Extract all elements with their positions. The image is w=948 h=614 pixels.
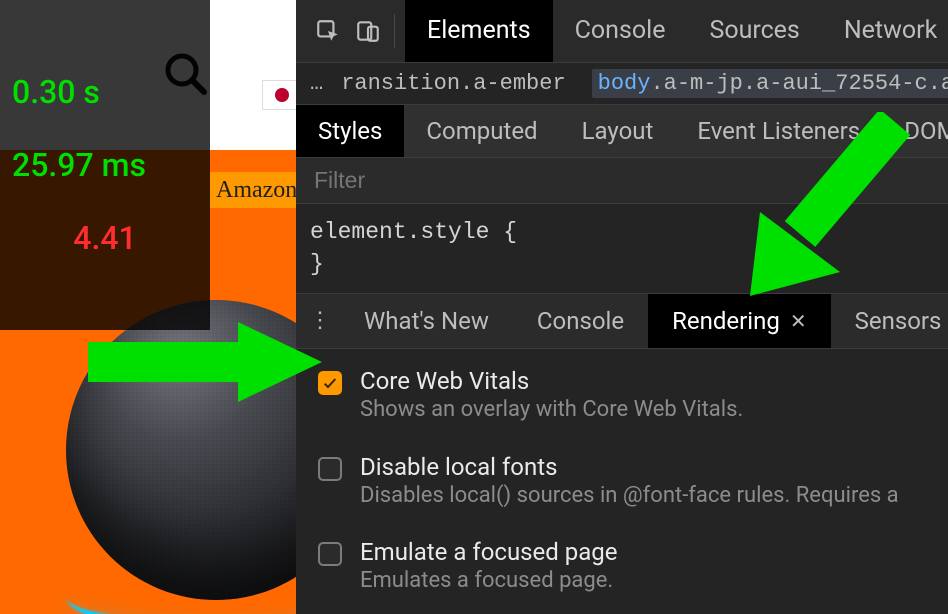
tab-elements[interactable]: Elements [405,0,553,62]
device-toolbar-icon[interactable] [348,11,388,51]
option-title: Disable local fonts [360,453,899,481]
toolbar-divider [394,14,395,48]
checkbox-disable-local-fonts[interactable] [318,457,342,481]
subtab-styles[interactable]: Styles [296,105,404,157]
devtools-top-tabbar: Elements Console Sources Network [296,0,948,63]
rendering-option: Disable local fonts Disables local() sou… [318,453,948,511]
drawer-tab-whatsnew[interactable]: What's New [340,294,513,348]
vital-metric-3: 4.41 [12,221,198,256]
styles-subtabs: Styles Computed Layout Event Listeners D… [296,105,948,158]
breadcrumb-node-1[interactable]: ransition.a-ember [341,71,565,96]
code-line: element.style { [310,216,948,248]
page-preview: Amazon 0.30 s 25.97 ms 4.41 [0,0,296,614]
element-style-block[interactable]: element.style { } [296,204,948,293]
styles-filter-input[interactable] [314,167,948,194]
echo-device-image [66,300,296,600]
code-line: } [310,248,948,280]
option-title: Core Web Vitals [360,367,743,395]
subtab-computed[interactable]: Computed [404,105,559,157]
devtools-panel: Elements Console Sources Network … ransi… [296,0,948,614]
checkbox-emulate-focused-page[interactable] [318,542,342,566]
subtab-event-listeners[interactable]: Event Listeners [675,105,882,157]
close-icon[interactable]: ✕ [790,309,807,333]
japan-flag-icon [262,80,296,110]
amazon-logo: Amazon [210,172,296,208]
dom-breadcrumb[interactable]: … ransition.a-ember body.a-m-jp.a-aui_72… [296,63,948,105]
drawer-tab-console[interactable]: Console [513,294,648,348]
vital-metric-1: 0.30 s [12,75,198,110]
subtab-layout[interactable]: Layout [560,105,676,157]
rendering-option: Core Web Vitals Shows an overlay with Co… [318,367,948,425]
breadcrumb-ellipsis[interactable]: … [310,71,323,96]
option-desc: Emulates a focused page. [360,566,618,596]
breadcrumb-node-2[interactable]: body.a-m-jp.a-aui_72554-c.a-aui_m [592,69,948,98]
echo-light-ring [66,562,296,614]
checkbox-core-web-vitals[interactable] [318,371,342,395]
web-vitals-overlay: 0.30 s 25.97 ms 4.41 [0,0,210,330]
styles-filter-row [296,158,948,204]
drawer-tab-sensors[interactable]: Sensors [831,294,948,348]
vital-metric-2: 25.97 ms [12,148,198,183]
option-desc: Shows an overlay with Core Web Vitals. [360,395,743,425]
drawer-more-icon[interactable]: ⋮ [300,308,340,333]
drawer-tab-rendering[interactable]: Rendering ✕ [648,294,831,348]
drawer-tabbar: ⋮ What's New Console Rendering ✕ Sensors [296,294,948,349]
option-title: Emulate a focused page [360,538,618,566]
option-desc: Disables local() sources in @font-face r… [360,481,899,511]
inspect-element-icon[interactable] [308,11,348,51]
tab-sources[interactable]: Sources [687,0,821,62]
rendering-panel: Core Web Vitals Shows an overlay with Co… [296,349,948,614]
tab-console[interactable]: Console [553,0,688,62]
rendering-option: Emulate a focused page Emulates a focuse… [318,538,948,596]
subtab-dom[interactable]: DOM [882,105,948,157]
tab-network[interactable]: Network [822,0,948,62]
